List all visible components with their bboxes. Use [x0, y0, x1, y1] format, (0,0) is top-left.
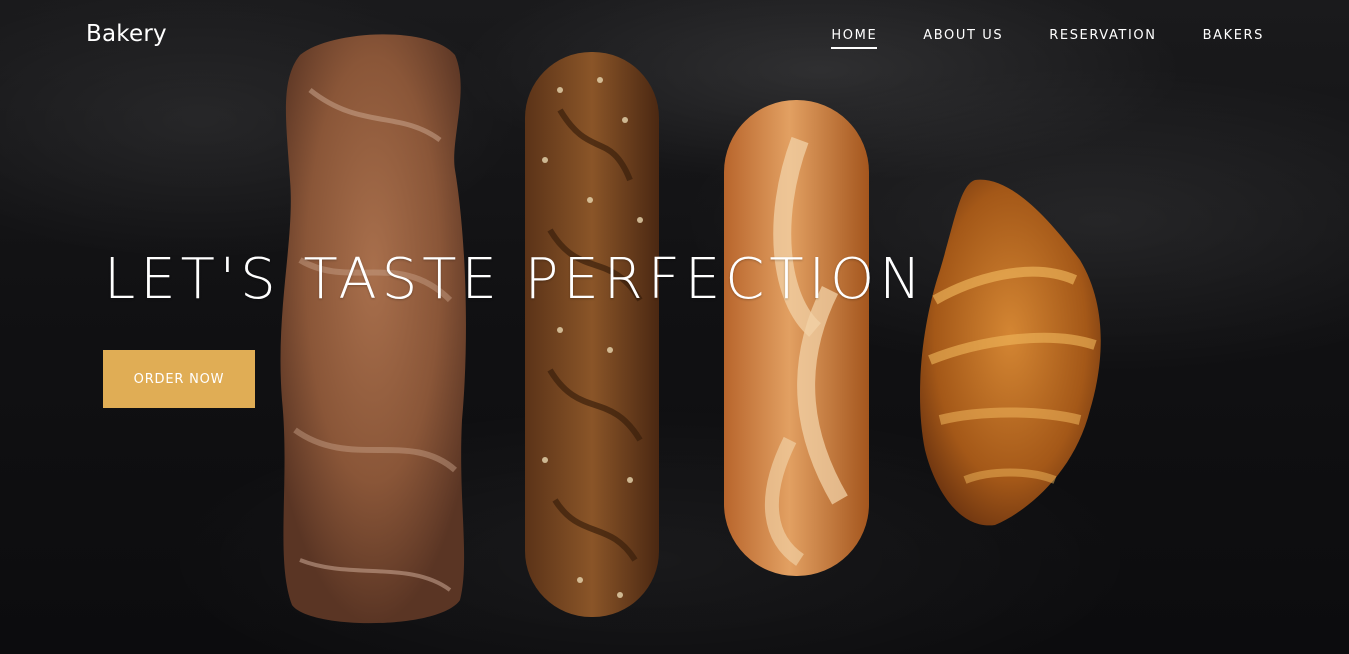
hero-background-image	[280, 34, 1101, 624]
nav-bakers[interactable]: BAKERS	[1203, 28, 1264, 47]
nav-links: HOME ABOUT US RESERVATION BAKERS	[831, 28, 1264, 49]
top-navigation: Bakery HOME ABOUT US RESERVATION BAKERS	[0, 0, 1349, 72]
hero-headline: LET'S TASTE PERFECTION	[104, 247, 927, 312]
rustic-bread	[280, 34, 466, 624]
brand-logo[interactable]: Bakery	[86, 21, 167, 47]
hero-section: Bakery HOME ABOUT US RESERVATION BAKERS …	[0, 0, 1349, 654]
nav-reservation[interactable]: RESERVATION	[1049, 28, 1156, 47]
nav-home[interactable]: HOME	[831, 28, 878, 49]
order-now-button[interactable]: ORDER NOW	[103, 350, 255, 408]
seeded-bread	[525, 52, 659, 617]
nav-about-us[interactable]: ABOUT US	[923, 28, 1003, 47]
